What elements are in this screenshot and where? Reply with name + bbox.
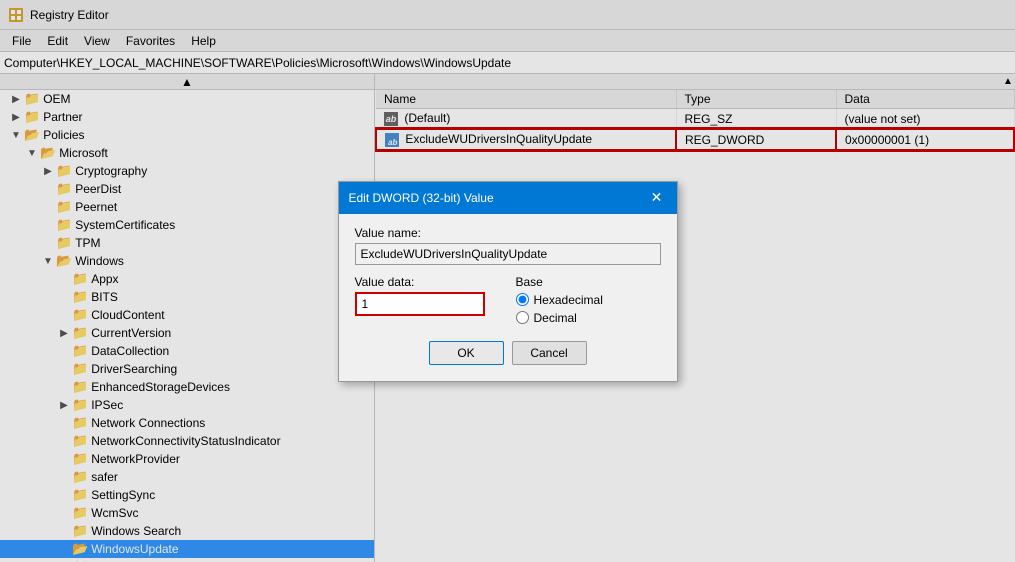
modal-overlay: Edit DWORD (32-bit) Value ✕ Value name: … — [0, 0, 1015, 562]
value-data-row: Value data: Base Hexadecimal Decimal — [355, 275, 661, 325]
modal-title: Edit DWORD (32-bit) Value — [349, 191, 494, 205]
base-col: Base Hexadecimal Decimal — [516, 275, 661, 325]
hexadecimal-radio[interactable] — [516, 293, 529, 306]
base-label: Base — [516, 275, 661, 289]
cancel-button[interactable]: Cancel — [512, 341, 587, 365]
hexadecimal-radio-label[interactable]: Hexadecimal — [516, 293, 661, 307]
value-name-label: Value name: — [355, 226, 661, 240]
decimal-radio-label[interactable]: Decimal — [516, 311, 661, 325]
modal-body: Value name: Value data: Base Hexadecimal — [339, 214, 677, 381]
modal-close-button[interactable]: ✕ — [647, 188, 667, 208]
value-data-input[interactable] — [355, 292, 485, 316]
value-data-col: Value data: — [355, 275, 500, 325]
value-name-input[interactable] — [355, 243, 661, 265]
hexadecimal-label: Hexadecimal — [534, 293, 603, 307]
base-radio-group: Hexadecimal Decimal — [516, 293, 661, 325]
edit-dword-dialog: Edit DWORD (32-bit) Value ✕ Value name: … — [338, 181, 678, 382]
modal-buttons: OK Cancel — [355, 341, 661, 369]
value-name-field: Value name: — [355, 226, 661, 265]
decimal-label: Decimal — [534, 311, 577, 325]
decimal-radio[interactable] — [516, 311, 529, 324]
value-data-label: Value data: — [355, 275, 500, 289]
ok-button[interactable]: OK — [429, 341, 504, 365]
modal-titlebar: Edit DWORD (32-bit) Value ✕ — [339, 182, 677, 214]
